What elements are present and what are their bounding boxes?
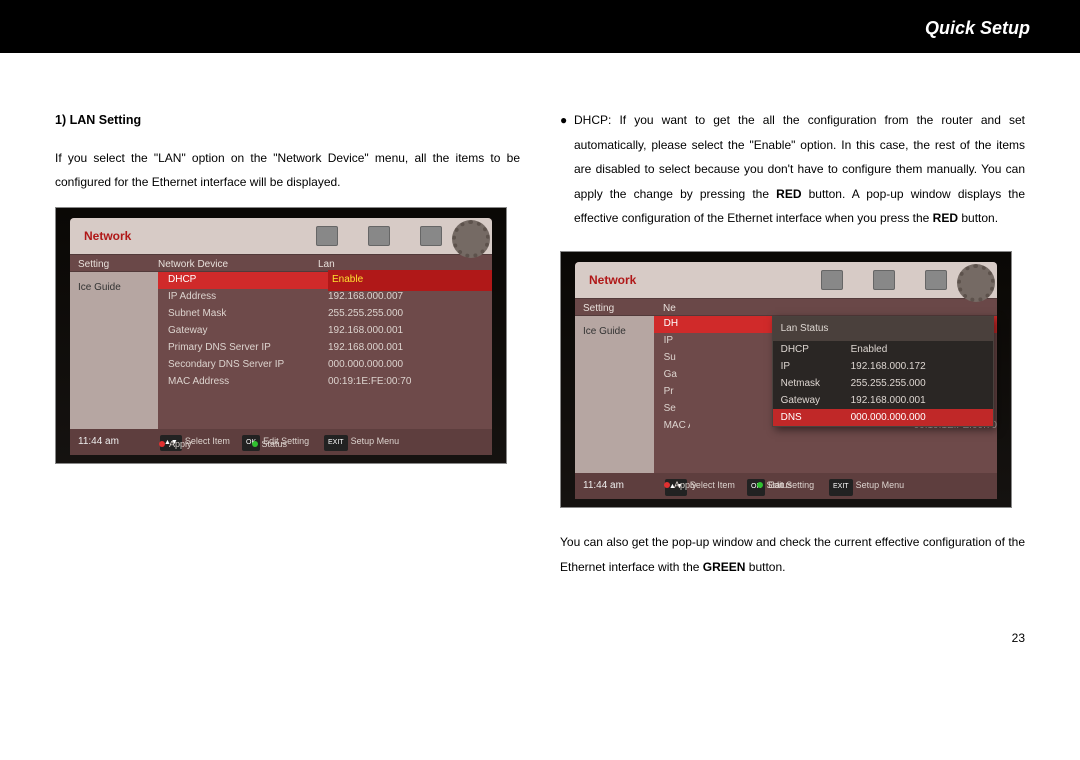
- section-title: 1) LAN Setting: [55, 108, 520, 134]
- osd-title: Network: [575, 268, 636, 293]
- osd-topbar: Network: [70, 218, 492, 254]
- popup-row: DNS000.000.000.000: [773, 409, 993, 426]
- device-icon: [821, 270, 843, 290]
- osd-footer: 11:44 am ▲▼Select Item OKEdit Setting EX…: [575, 473, 997, 499]
- screenshot-lan-status-popup: Network Setting Ne Ice Guide: [560, 251, 1012, 508]
- monitor-icon: [873, 270, 895, 290]
- gear-icon: [957, 264, 991, 298]
- osd-topbar: Network: [575, 262, 997, 298]
- osd-title: Network: [70, 224, 131, 249]
- osd-sidebar: Ice Guide: [70, 272, 158, 429]
- osd-main-panel: Lan Status DHCPEnabledIP192.168.000.172N…: [654, 316, 997, 473]
- osd-sidebar: Ice Guide: [575, 316, 654, 473]
- sidebar-item: Ice Guide: [78, 278, 158, 299]
- screenshot-lan-setting: Network Setting Network Device Lan Ice: [55, 207, 507, 464]
- monitor-icon: [368, 226, 390, 246]
- left-column: 1) LAN Setting If you select the "LAN" o…: [55, 108, 520, 591]
- osd-time: 11:44 am: [78, 432, 150, 453]
- list-icon: [925, 270, 947, 290]
- sidebar-item: Ice Guide: [583, 322, 654, 343]
- crumb-1: Setting: [70, 255, 158, 271]
- hint-edit: OKEdit Setting: [747, 476, 819, 495]
- device-icon: [316, 226, 338, 246]
- crumb-2: Network Device: [158, 255, 318, 271]
- page-body: 1) LAN Setting If you select the "LAN" o…: [0, 53, 1080, 621]
- osd-footer: 11:44 am ▲▼Select Item OKEdit Setting EX…: [70, 429, 492, 455]
- osd-main-panel: DHCPEnableIP Address192.168.000.007Subne…: [158, 272, 492, 429]
- gear-icon: [452, 220, 486, 254]
- right-paragraph-2: You can also get the pop-up window and c…: [560, 530, 1025, 579]
- hint-exit: EXITSetup Menu: [324, 432, 399, 451]
- hint-select: ▲▼Select Item: [665, 476, 737, 495]
- setting-row: MAC Address00:19:1E:FE:00:70: [158, 374, 492, 391]
- crumb-2: Ne: [663, 299, 823, 315]
- osd-breadcrumb: Setting Ne: [575, 298, 997, 316]
- hint-select: ▲▼Select Item: [160, 432, 232, 451]
- list-icon: [420, 226, 442, 246]
- page-header: Quick Setup: [0, 0, 1080, 53]
- page-number: 23: [0, 621, 1080, 667]
- right-column: ● DHCP: If you want to get the all the c…: [560, 108, 1025, 591]
- dhcp-bullet: ● DHCP: If you want to get the all the c…: [560, 108, 1025, 245]
- left-paragraph: If you select the "LAN" option on the "N…: [55, 146, 520, 195]
- osd-time: 11:44 am: [583, 476, 655, 497]
- crumb-1: Setting: [575, 299, 663, 315]
- lan-status-popup: Lan Status DHCPEnabledIP192.168.000.172N…: [772, 316, 994, 428]
- hint-exit: EXITSetup Menu: [829, 476, 904, 495]
- hint-edit: OKEdit Setting: [242, 432, 314, 451]
- popup-title: Lan Status: [773, 317, 993, 342]
